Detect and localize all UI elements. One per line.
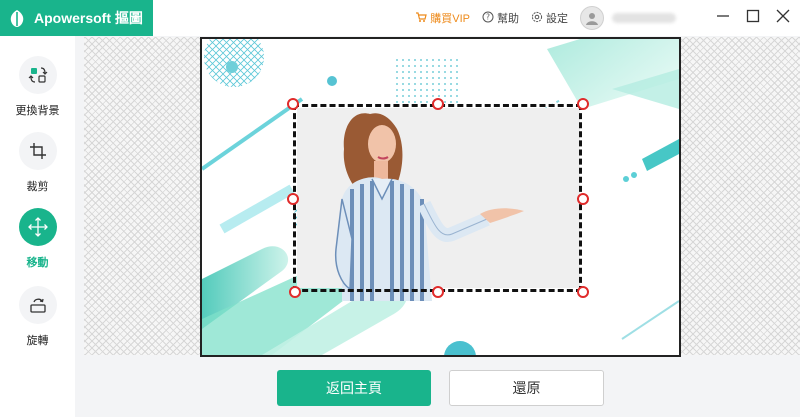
minimize-button[interactable]	[712, 7, 734, 29]
resize-handle-middle-left[interactable]	[287, 193, 299, 205]
resize-handle-bottom-center[interactable]	[432, 286, 444, 298]
rotate-icon	[18, 286, 57, 324]
tool-move[interactable]: 移動	[0, 208, 75, 270]
resize-handle-middle-right[interactable]	[577, 193, 589, 205]
username-blurred	[612, 13, 676, 23]
avatar	[580, 6, 604, 30]
resize-handle-top-center[interactable]	[432, 98, 444, 110]
gear-icon	[531, 11, 546, 26]
settings-label: 設定	[546, 13, 568, 25]
title-bar: Apowersoft 摳圖 購買VIP ? 幫助 設定	[0, 0, 800, 36]
tool-crop[interactable]: 裁剪	[0, 132, 75, 194]
user-account[interactable]	[580, 6, 676, 30]
tool-replace-background-label: 更換背景	[15, 105, 60, 117]
replace-background-icon	[18, 56, 57, 94]
help-icon: ?	[482, 11, 497, 26]
selection-box[interactable]	[293, 104, 582, 292]
tool-crop-label: 裁剪	[26, 181, 49, 193]
cart-icon	[415, 11, 430, 26]
tool-rotate[interactable]: 旋轉	[0, 286, 75, 348]
tool-replace-background[interactable]: 更換背景	[0, 56, 75, 118]
maximize-button[interactable]	[742, 7, 764, 29]
resize-handle-top-right[interactable]	[577, 98, 589, 110]
resize-handle-bottom-left[interactable]	[289, 286, 301, 298]
brand-header: Apowersoft 摳圖	[0, 0, 153, 36]
top-right-controls: 購買VIP ? 幫助 設定	[415, 0, 800, 36]
leaf-logo-icon	[8, 8, 26, 28]
settings-link[interactable]: 設定	[531, 10, 568, 26]
move-icon	[18, 208, 57, 246]
back-to-home-button[interactable]: 返回主頁	[277, 370, 431, 406]
close-button[interactable]	[772, 7, 794, 29]
minimize-icon	[716, 9, 730, 28]
svg-text:?: ?	[486, 12, 490, 21]
app-title: Apowersoft 摳圖	[34, 10, 143, 26]
resize-handle-bottom-right[interactable]	[577, 286, 589, 298]
resize-handle-top-left[interactable]	[287, 98, 299, 110]
tool-sidebar: 更換背景 裁剪 移動 旋轉	[0, 36, 75, 417]
maximize-icon	[746, 9, 760, 28]
help-label: 幫助	[497, 13, 519, 25]
tool-rotate-label: 旋轉	[26, 335, 49, 347]
buy-vip-label: 購買VIP	[430, 13, 470, 25]
tool-move-label: 移動	[26, 257, 49, 269]
crop-icon	[18, 132, 57, 170]
buy-vip-link[interactable]: 購買VIP	[415, 10, 470, 26]
help-link[interactable]: ? 幫助	[482, 10, 519, 26]
close-icon	[776, 9, 790, 28]
restore-button[interactable]: 還原	[449, 370, 604, 406]
